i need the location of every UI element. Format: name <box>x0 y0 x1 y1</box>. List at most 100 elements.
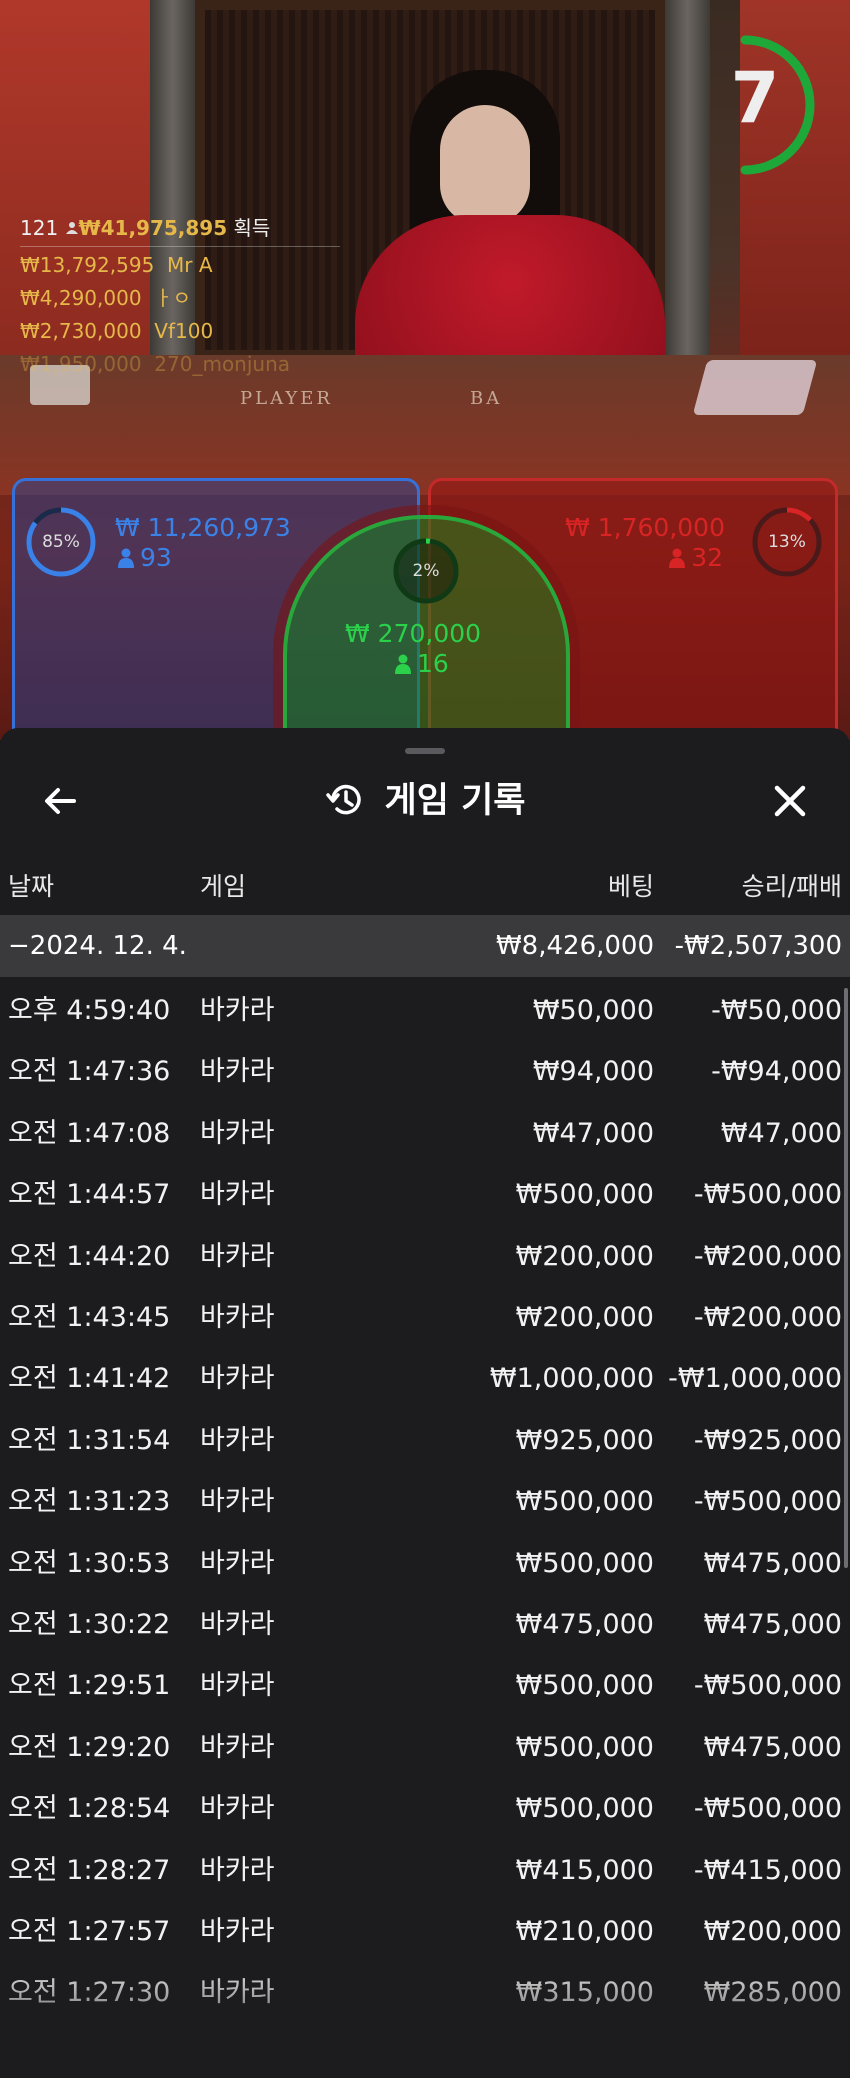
table-label-banker: BA <box>470 388 503 409</box>
cell-time: 오전 1:47:36 <box>8 1056 171 1088</box>
card-shoe <box>692 360 818 415</box>
sheet-drag-handle[interactable] <box>405 748 445 754</box>
tie-percent: 2% <box>412 561 440 581</box>
table-row[interactable]: 오전 1:47:36 바카라 ₩94,000 -₩94,000 <box>0 1041 850 1102</box>
dealer-face <box>440 105 530 225</box>
cell-game: 바카라 <box>200 1916 275 1947</box>
cell-time: 오전 1:31:23 <box>8 1486 171 1518</box>
winners-list: 121 ₩41,975,895 획득 ₩13,792,595 Mr A ₩4,2… <box>20 212 340 381</box>
table-row[interactable]: 오전 1:30:22 바카라 ₩475,000 ₩475,000 <box>0 1594 850 1655</box>
cell-bet: ₩210,000 <box>515 1916 654 1947</box>
table-row[interactable]: 오전 1:44:57 바카라 ₩500,000 -₩500,000 <box>0 1164 850 1225</box>
cell-bet: ₩500,000 <box>515 1486 654 1518</box>
table-row[interactable]: 오전 1:31:54 바카라 ₩925,000 -₩925,000 <box>0 1410 850 1471</box>
cell-bet: ₩50,000 <box>532 995 654 1026</box>
cell-bet: ₩500,000 <box>515 1670 654 1702</box>
group-bet-total: ₩8,426,000 <box>495 931 654 961</box>
cell-result: -₩1,000,000 <box>668 1363 842 1395</box>
cell-bet: ₩47,000 <box>532 1117 654 1149</box>
person-icon <box>118 548 134 568</box>
winner-row: ₩4,290,000 ㅏㅇ <box>20 286 192 310</box>
divider <box>20 246 340 247</box>
group-date: −2024. 12. 4. <box>8 931 187 961</box>
table-label-player: PLAYER <box>240 388 333 409</box>
date-group-row[interactable]: −2024. 12. 4. ₩8,426,000 -₩2,507,300 <box>0 915 850 977</box>
table-row[interactable]: 오전 1:30:53 바카라 ₩500,000 ₩475,000 <box>0 1533 850 1594</box>
cell-result: -₩94,000 <box>711 1056 842 1088</box>
cell-time: 오전 1:27:57 <box>8 1916 171 1947</box>
cell-bet: ₩94,000 <box>532 1056 654 1088</box>
cell-result: ₩475,000 <box>703 1547 842 1579</box>
cell-bet: ₩1,000,000 <box>489 1363 654 1395</box>
table-header: 날짜 게임 베팅 승리/패배 <box>0 864 850 910</box>
column-header-bet[interactable]: 베팅 <box>608 864 654 910</box>
cell-bet: ₩500,000 <box>515 1179 654 1211</box>
cell-game: 바카라 <box>200 1609 275 1640</box>
cell-game: 바카라 <box>200 995 275 1026</box>
winner-row: ₩1,950,000 270_monjuna <box>20 352 291 376</box>
player-percent-ring: 85% <box>25 506 97 578</box>
table-row[interactable]: 오전 1:29:20 바카라 ₩500,000 ₩475,000 <box>0 1717 850 1778</box>
cell-result: -₩500,000 <box>693 1179 842 1211</box>
cell-game: 바카라 <box>200 1302 275 1333</box>
cell-game: 바카라 <box>200 1670 275 1702</box>
cell-bet: ₩500,000 <box>515 1731 654 1763</box>
tie-bettor-count: 16 <box>395 649 449 678</box>
close-button[interactable] <box>765 776 815 826</box>
cell-time: 오전 1:41:42 <box>8 1363 171 1395</box>
winners-total: ₩41,975,895 <box>78 216 228 240</box>
table-row[interactable]: 오전 1:47:08 바카라 ₩47,000 ₩47,000 <box>0 1103 850 1164</box>
table-row[interactable]: 오전 1:43:45 바카라 ₩200,000 -₩200,000 <box>0 1287 850 1348</box>
table-row[interactable]: 오전 1:28:27 바카라 ₩415,000 -₩415,000 <box>0 1840 850 1901</box>
tie-percent-ring: 2% <box>390 535 462 607</box>
cell-bet: ₩200,000 <box>515 1302 654 1333</box>
cell-result: -₩200,000 <box>693 1302 842 1333</box>
cell-time: 오전 1:47:08 <box>8 1117 171 1149</box>
cell-result: -₩500,000 <box>693 1793 842 1825</box>
column-header-date[interactable]: 날짜 <box>8 864 54 910</box>
person-icon <box>65 222 78 234</box>
cell-result: -₩200,000 <box>693 1240 842 1272</box>
player-percent: 85% <box>42 532 80 552</box>
person-icon <box>395 654 411 674</box>
table-row[interactable]: 오전 1:41:42 바카라 ₩1,000,000 -₩1,000,000 <box>0 1348 850 1409</box>
cell-game: 바카라 <box>200 1486 275 1518</box>
winners-count: 121 <box>20 216 59 240</box>
cell-game: 바카라 <box>200 1424 275 1456</box>
cell-time: 오전 1:29:20 <box>8 1731 171 1763</box>
person-icon <box>669 548 686 568</box>
cell-time: 오전 1:29:51 <box>8 1670 171 1702</box>
column-header-result[interactable]: 승리/패배 <box>742 864 842 910</box>
winner-row: ₩13,792,595 Mr A <box>20 253 213 277</box>
column-header-game[interactable]: 게임 <box>200 864 246 910</box>
table-row[interactable]: 오전 1:44:20 바카라 ₩200,000 -₩200,000 <box>0 1226 850 1287</box>
scrollbar[interactable] <box>844 988 848 1568</box>
group-result-total: -₩2,507,300 <box>674 931 842 961</box>
list-fade-overlay <box>0 1958 850 2078</box>
table-row[interactable]: 오전 1:27:57 바카라 ₩210,000 ₩200,000 <box>0 1901 850 1962</box>
cell-game: 바카라 <box>200 1854 275 1886</box>
cell-game: 바카라 <box>200 1179 275 1211</box>
table-row[interactable]: 오전 1:31:23 바카라 ₩500,000 -₩500,000 <box>0 1471 850 1532</box>
player-bet-amount: ₩ 11,260,973 <box>115 513 291 542</box>
cell-time: 오전 1:30:53 <box>8 1547 171 1579</box>
table-row[interactable]: 오전 1:29:51 바카라 ₩500,000 -₩500,000 <box>0 1655 850 1716</box>
timer-value: 7 <box>730 57 780 139</box>
cell-time: 오전 1:30:22 <box>8 1609 171 1640</box>
player-bettor-count: 93 <box>118 543 172 572</box>
table-row[interactable]: 오후 4:59:40 바카라 ₩50,000 -₩50,000 <box>0 980 850 1041</box>
cell-game: 바카라 <box>200 1056 275 1088</box>
cell-game: 바카라 <box>200 1117 275 1149</box>
cell-bet: ₩475,000 <box>515 1609 654 1640</box>
cell-time: 오전 1:44:20 <box>8 1240 171 1272</box>
banker-percent: 13% <box>768 532 806 552</box>
history-icon <box>325 784 361 815</box>
cell-bet: ₩500,000 <box>515 1547 654 1579</box>
winners-suffix: 획득 <box>233 216 271 240</box>
cell-time: 오전 1:28:54 <box>8 1793 171 1825</box>
winners-summary: 121 ₩41,975,895 획득 <box>20 212 340 245</box>
banker-bettor-count: 32 <box>669 543 723 572</box>
table-row[interactable]: 오전 1:28:54 바카라 ₩500,000 -₩500,000 <box>0 1778 850 1839</box>
cell-time: 오전 1:43:45 <box>8 1302 171 1333</box>
winner-row: ₩2,730,000 Vf100 <box>20 319 214 343</box>
